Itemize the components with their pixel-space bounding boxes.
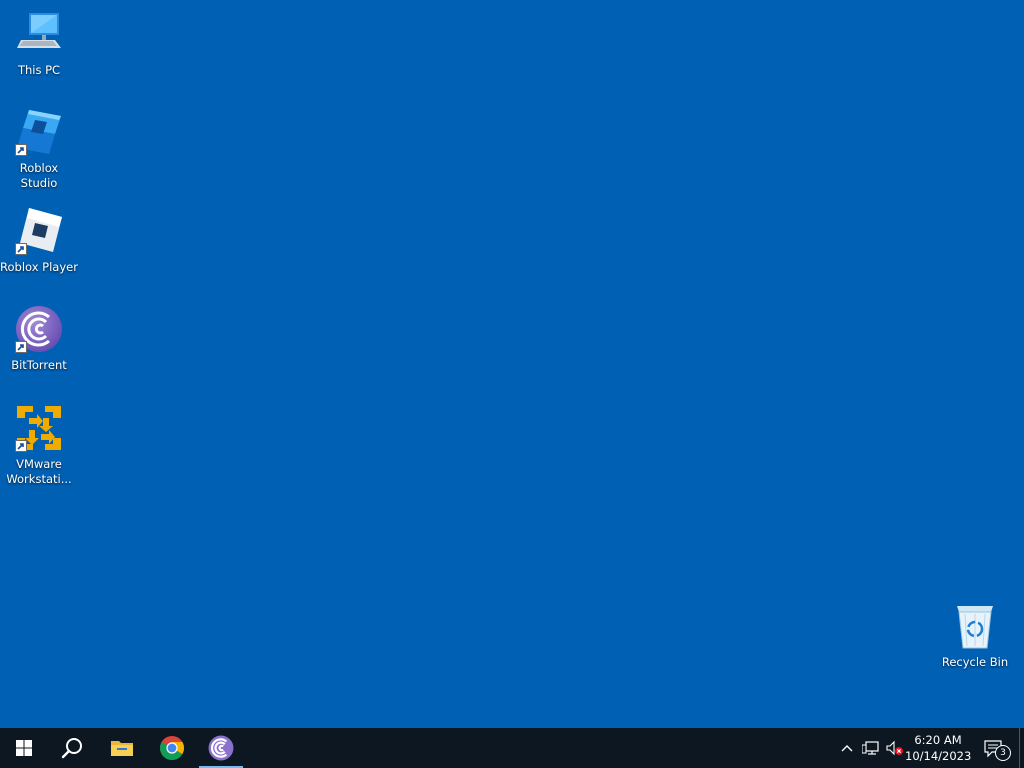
taskbar-chrome[interactable] <box>148 728 196 768</box>
bittorrent-icon <box>15 305 63 353</box>
show-desktop-button[interactable] <box>1019 728 1024 768</box>
taskbar-bittorrent[interactable] <box>197 728 245 768</box>
search-button[interactable] <box>48 728 96 768</box>
shortcut-arrow-icon <box>15 144 27 156</box>
volume-control[interactable] <box>886 740 903 756</box>
desktop-icon-this-pc[interactable]: This PC <box>0 10 78 78</box>
taskbar: 6:20 AM 10/14/2023 3 <box>0 728 1024 768</box>
desktop-icon-label: Roblox Studio <box>19 161 59 190</box>
windows-logo-icon <box>16 740 32 756</box>
recycle-bin-icon <box>951 602 999 650</box>
desktop[interactable]: This PC Roblox Studio Roblox Player BitT… <box>0 0 1024 728</box>
shortcut-arrow-icon <box>15 243 27 255</box>
desktop-icon-recycle-bin[interactable]: Recycle Bin <box>936 602 1014 670</box>
search-icon <box>61 738 82 759</box>
shortcut-arrow-icon <box>15 440 27 452</box>
start-button[interactable] <box>0 728 48 768</box>
chevron-up-icon <box>841 745 853 752</box>
action-center-button[interactable]: 3 <box>980 728 1020 768</box>
desktop-icon-roblox-studio[interactable]: Roblox Studio <box>0 108 78 191</box>
show-hidden-icons-button[interactable] <box>839 740 855 756</box>
volume-muted-icon <box>886 740 903 756</box>
chrome-icon <box>160 736 184 760</box>
folder-icon <box>111 741 133 756</box>
desktop-icon-label: Recycle Bin <box>941 655 1009 669</box>
roblox-player-icon <box>15 207 63 255</box>
roblox-studio-icon <box>15 108 63 156</box>
notification-count-badge: 3 <box>995 745 1011 761</box>
desktop-icon-label: Roblox Player <box>0 260 78 274</box>
shortcut-arrow-icon <box>15 341 27 353</box>
taskbar-file-explorer[interactable] <box>98 728 146 768</box>
clock[interactable]: 6:20 AM 10/14/2023 <box>905 730 971 766</box>
desktop-icon-vmware-workstation[interactable]: VMware Workstati... <box>0 404 78 487</box>
desktop-icon-label: This PC <box>17 63 61 77</box>
desktop-icon-label: BitTorrent <box>11 358 67 372</box>
clock-time: 6:20 AM <box>914 733 962 747</box>
bittorrent-icon <box>208 735 234 761</box>
desktop-icon-label: VMware Workstati... <box>6 457 72 486</box>
desktop-icon-bittorrent[interactable]: BitTorrent <box>0 305 78 373</box>
network-icon <box>861 741 879 755</box>
desktop-icon-roblox-player[interactable]: Roblox Player <box>0 207 78 275</box>
clock-date: 10/14/2023 <box>905 749 972 763</box>
computer-icon <box>15 10 63 58</box>
vmware-icon <box>15 404 63 452</box>
network-status[interactable] <box>861 740 879 756</box>
